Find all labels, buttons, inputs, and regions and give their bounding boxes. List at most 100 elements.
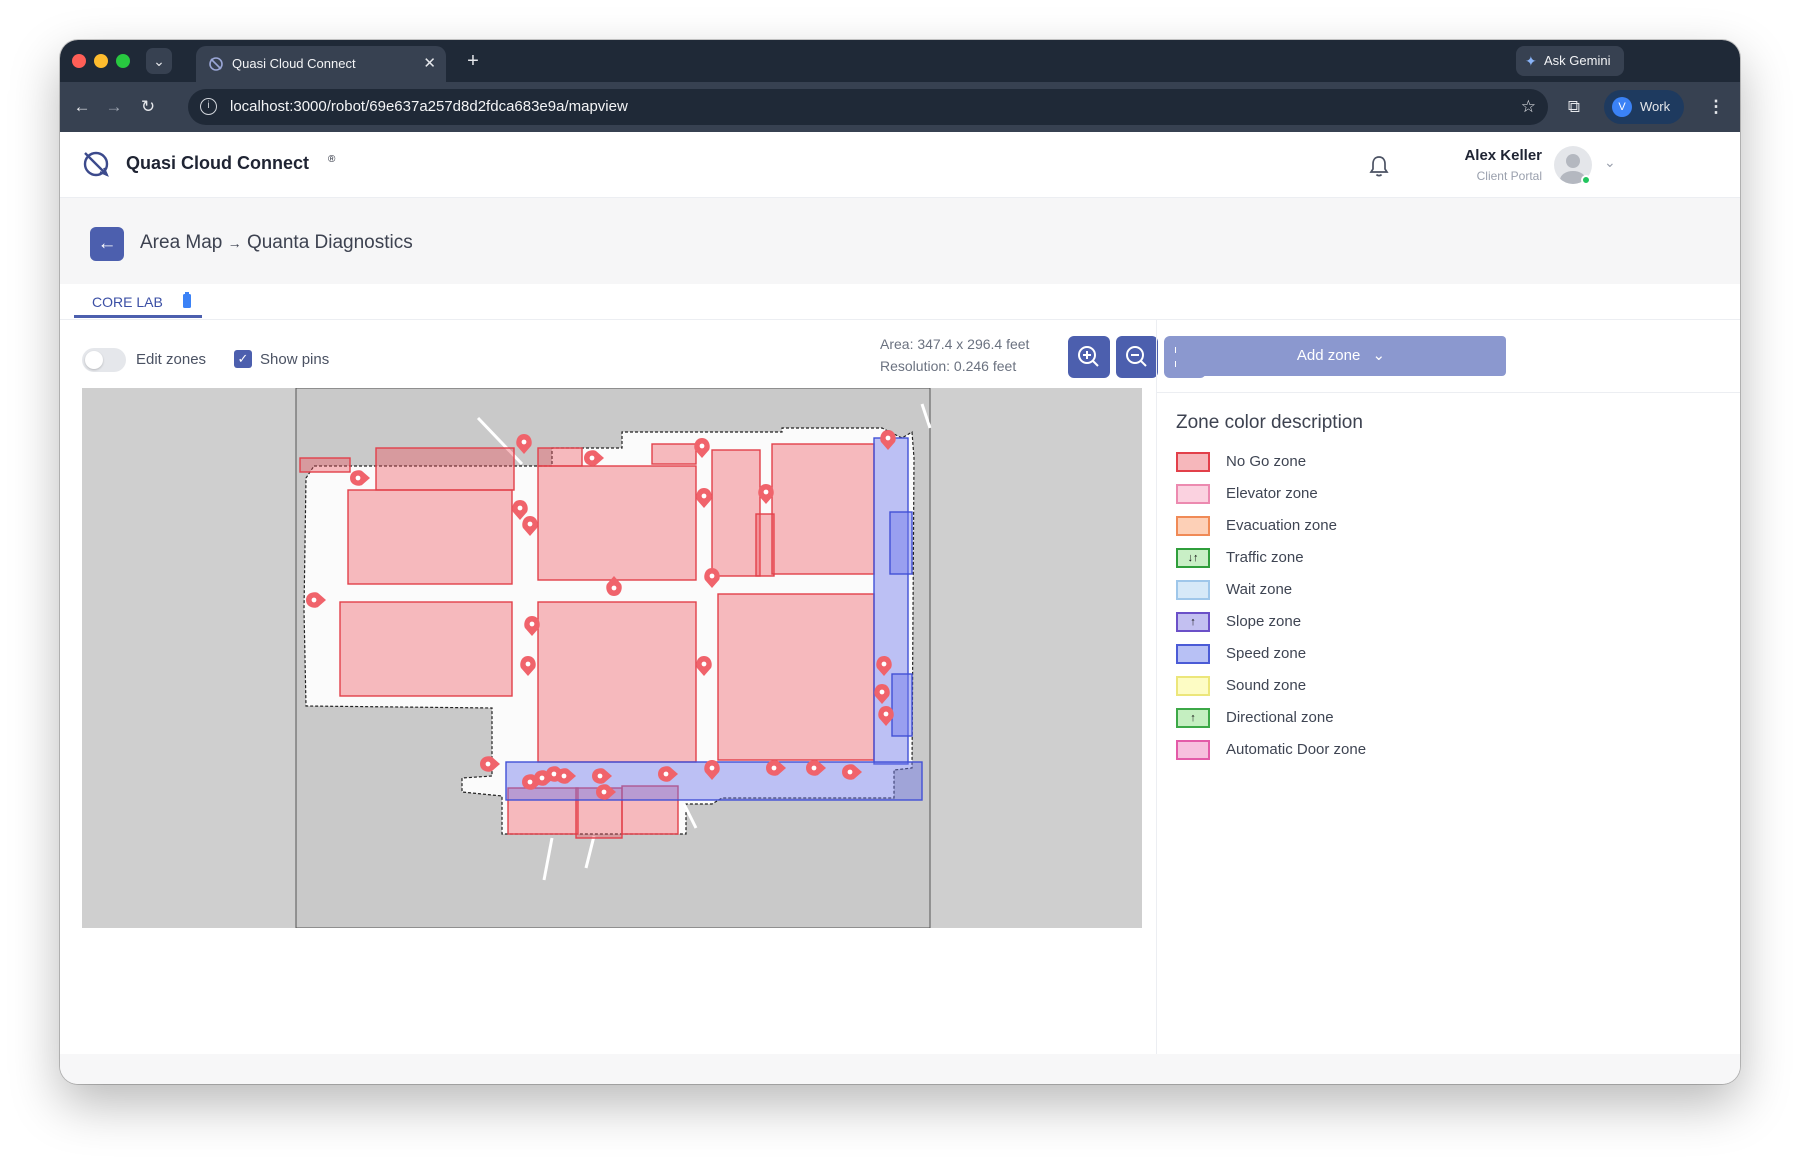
legend-label: Wait zone	[1226, 581, 1293, 598]
profile-label: Work	[1640, 99, 1671, 114]
site-info-icon[interactable]: i	[200, 98, 217, 115]
no-go-zone[interactable]	[755, 513, 775, 577]
no-go-zone[interactable]	[537, 447, 583, 467]
tab-favicon-icon	[209, 57, 223, 71]
show-pins-label: Show pins	[260, 351, 330, 368]
breadcrumb-bar: ← Area Map → Quanta Diagnostics	[60, 198, 1740, 284]
maximize-window-button[interactable]	[116, 54, 130, 68]
forward-icon[interactable]: →	[102, 95, 126, 119]
new-tab-button[interactable]: +	[460, 48, 486, 74]
close-tab-icon[interactable]: ✕	[423, 46, 436, 82]
toggle-knob	[85, 351, 103, 369]
breadcrumb: Area Map → Quanta Diagnostics	[140, 232, 413, 254]
map-canvas[interactable]	[82, 388, 1142, 928]
add-zone-chevron-icon: ⌄	[1372, 347, 1386, 364]
no-go-zone[interactable]	[537, 601, 697, 763]
bookmark-star-icon[interactable]: ☆	[1521, 89, 1536, 125]
minimize-window-button[interactable]	[94, 54, 108, 68]
no-go-zone[interactable]	[299, 457, 351, 473]
extensions-icon[interactable]: ⧉	[1562, 95, 1586, 119]
close-window-button[interactable]	[72, 54, 86, 68]
no-go-zone[interactable]	[537, 465, 697, 581]
legend-label: Speed zone	[1226, 645, 1307, 662]
robot-battery-icon	[183, 292, 191, 308]
no-go-zone[interactable]	[651, 443, 697, 465]
zoom-out-button[interactable]	[1116, 336, 1158, 378]
browser-window: ⌄ Quasi Cloud Connect ✕ + ✦ Ask Gemini ←…	[60, 40, 1740, 1084]
map-svg	[295, 388, 932, 928]
edit-zones-toggle[interactable]	[82, 348, 126, 372]
browser-menu-icon[interactable]: ⋮	[1704, 95, 1728, 119]
legend-swatch	[1176, 452, 1210, 472]
brand-logo-icon	[83, 151, 109, 177]
legend-label: Directional zone	[1226, 709, 1334, 726]
legend-label: Slope zone	[1226, 613, 1302, 630]
address-bar[interactable]: i localhost:3000/robot/69e637a257d8d2fdc…	[188, 89, 1548, 125]
no-go-zone[interactable]	[717, 593, 875, 761]
legend-swatch	[1176, 484, 1210, 504]
breadcrumb-current: Quanta Diagnostics	[246, 232, 413, 253]
legend-label: Elevator zone	[1226, 485, 1318, 502]
speed-zone[interactable]	[889, 511, 913, 575]
map-panel: CORE LAB Edit zones ✓ Show pins Area: 34…	[60, 284, 1740, 1054]
no-go-zone[interactable]	[339, 601, 513, 697]
show-pins-checkbox[interactable]: ✓	[234, 350, 252, 368]
browser-tab[interactable]: Quasi Cloud Connect ✕	[196, 46, 446, 82]
profile-avatar: V	[1612, 97, 1632, 117]
brand-registered-mark: ®	[328, 154, 336, 165]
user-role: Client Portal	[1476, 169, 1542, 183]
tab-title: Quasi Cloud Connect	[232, 56, 356, 71]
zoom-in-button[interactable]	[1068, 336, 1110, 378]
zoom-out-icon	[1126, 346, 1147, 367]
back-icon[interactable]: ←	[70, 95, 94, 119]
legend-swatch	[1176, 740, 1210, 760]
gemini-sparkle-icon: ✦	[1525, 53, 1537, 69]
area-text: Area: 347.4 x 296.4 feet	[880, 336, 1030, 352]
legend-label: No Go zone	[1226, 453, 1307, 470]
legend-swatch: ↑	[1176, 708, 1210, 728]
legend-label: Evacuation zone	[1226, 517, 1337, 534]
add-zone-button[interactable]: Add zone ⌄	[1176, 336, 1506, 376]
user-menu-chevron-icon[interactable]: ⌄	[1604, 154, 1616, 171]
legend-swatch: ↑	[1176, 612, 1210, 632]
user-name: Alex Keller	[1464, 147, 1542, 164]
brand-name: Quasi Cloud Connect	[126, 153, 310, 173]
legend-swatch: ↓↑	[1176, 548, 1210, 568]
breadcrumb-separator: →	[227, 235, 242, 251]
tab-core-lab[interactable]: CORE LAB	[74, 284, 202, 318]
zoom-in-icon	[1078, 346, 1099, 367]
breadcrumb-root[interactable]: Area Map	[140, 232, 222, 253]
resolution-text: Resolution: 0.246 feet	[880, 358, 1017, 374]
url-text: localhost:3000/robot/69e637a257d8d2fdca6…	[230, 98, 628, 115]
add-zone-label: Add zone	[1296, 347, 1361, 364]
tab-core-lab-label: CORE LAB	[92, 294, 163, 310]
speed-zone[interactable]	[891, 673, 913, 737]
browser-tab-bar: ⌄ Quasi Cloud Connect ✕ + ✦ Ask Gemini	[60, 40, 1740, 82]
tab-list-button[interactable]: ⌄	[146, 48, 172, 74]
ask-gemini-button[interactable]: ✦ Ask Gemini	[1516, 46, 1624, 76]
online-status-dot	[1581, 175, 1591, 185]
browser-toolbar: ← → ↻ i localhost:3000/robot/69e637a257d…	[60, 82, 1740, 132]
legend-swatch	[1176, 516, 1210, 536]
reload-icon[interactable]: ↻	[136, 95, 160, 119]
legend-swatch	[1176, 644, 1210, 664]
back-button[interactable]: ←	[90, 227, 124, 261]
tab-divider	[60, 319, 1740, 320]
app-header: Quasi Cloud Connect ® Alex Keller Client…	[60, 132, 1740, 198]
legend-label: Traffic zone	[1226, 549, 1304, 566]
legend-swatch	[1176, 580, 1210, 600]
legend-swatch	[1176, 676, 1210, 696]
ask-gemini-label: Ask Gemini	[1544, 53, 1611, 68]
no-go-zone[interactable]	[771, 443, 875, 575]
notification-bell-icon[interactable]	[1368, 154, 1390, 178]
no-go-zone[interactable]	[347, 489, 513, 585]
profile-button[interactable]: V Work	[1604, 90, 1684, 124]
legend-title: Zone color description	[1176, 412, 1363, 433]
sidebar-section-divider	[1156, 392, 1740, 393]
no-go-zone[interactable]	[711, 449, 761, 577]
edit-zones-label: Edit zones	[136, 351, 207, 368]
app-root: Quasi Cloud Connect ® Alex Keller Client…	[60, 132, 1740, 1084]
sidebar-divider	[1156, 320, 1157, 1054]
legend-label: Sound zone	[1226, 677, 1307, 694]
no-go-zone[interactable]	[375, 447, 515, 491]
